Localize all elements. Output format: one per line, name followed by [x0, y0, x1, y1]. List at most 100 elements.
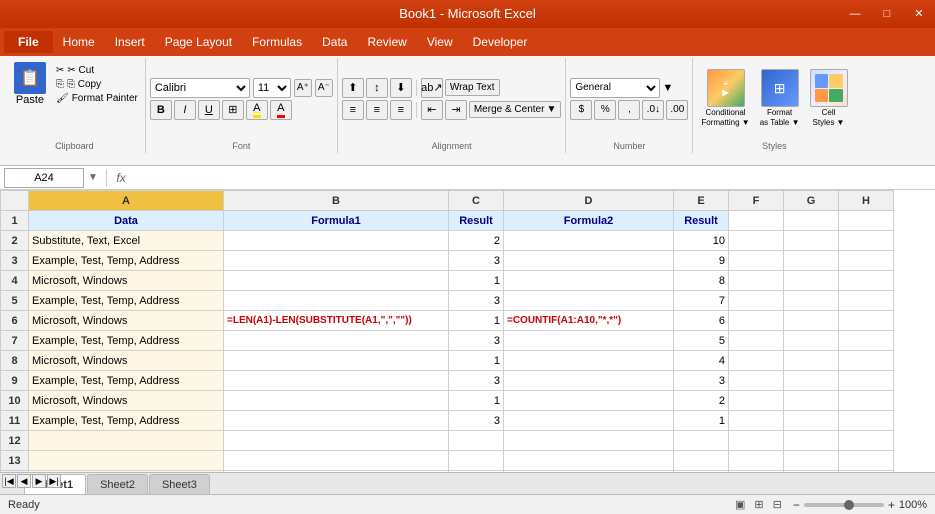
- cell-A6[interactable]: Microsoft, Windows: [29, 311, 224, 331]
- italic-button[interactable]: I: [174, 100, 196, 120]
- cell-H12[interactable]: [839, 431, 894, 451]
- format-painter-button[interactable]: 🖌 Format Painter: [53, 92, 141, 105]
- tab-nav-first[interactable]: |◀: [2, 474, 16, 488]
- orientation-button[interactable]: ab↗: [421, 78, 443, 98]
- fill-color-button[interactable]: A: [246, 100, 268, 120]
- cell-D8[interactable]: [504, 351, 674, 371]
- menu-review[interactable]: Review: [357, 31, 416, 53]
- bold-button[interactable]: B: [150, 100, 172, 120]
- cell-C11[interactable]: 3: [449, 411, 504, 431]
- cell-E12[interactable]: [674, 431, 729, 451]
- col-header-a[interactable]: A: [29, 191, 224, 211]
- cell-G7[interactable]: [784, 331, 839, 351]
- cell-E10[interactable]: 2: [674, 391, 729, 411]
- page-break-view-button[interactable]: ⊟: [770, 497, 785, 512]
- zoom-slider[interactable]: [804, 503, 884, 507]
- menu-insert[interactable]: Insert: [105, 31, 155, 53]
- maximize-button[interactable]: □: [871, 0, 903, 28]
- cell-G6[interactable]: [784, 311, 839, 331]
- cell-E9[interactable]: 3: [674, 371, 729, 391]
- cell-B9[interactable]: [224, 371, 449, 391]
- cell-A13[interactable]: [29, 451, 224, 471]
- cell-D7[interactable]: [504, 331, 674, 351]
- decrease-decimal-button[interactable]: .0↓: [642, 100, 664, 120]
- cell-reference-box[interactable]: [4, 168, 84, 188]
- cell-E1[interactable]: Result: [674, 211, 729, 231]
- cell-H11[interactable]: [839, 411, 894, 431]
- cell-D11[interactable]: [504, 411, 674, 431]
- cell-F12[interactable]: [729, 431, 784, 451]
- cell-F1[interactable]: [729, 211, 784, 231]
- cell-H8[interactable]: [839, 351, 894, 371]
- increase-indent-button[interactable]: ⇥: [445, 100, 467, 120]
- col-header-b[interactable]: B: [224, 191, 449, 211]
- row-header-4[interactable]: 4: [1, 271, 29, 291]
- cell-A7[interactable]: Example, Test, Temp, Address: [29, 331, 224, 351]
- merge-center-button[interactable]: Merge & Center ▼: [469, 101, 562, 118]
- select-all-button[interactable]: [1, 191, 29, 211]
- sheet-tab-3[interactable]: Sheet3: [149, 474, 210, 494]
- menu-page-layout[interactable]: Page Layout: [155, 31, 242, 53]
- cell-E6[interactable]: 6: [674, 311, 729, 331]
- cell-G5[interactable]: [784, 291, 839, 311]
- cell-E5[interactable]: 7: [674, 291, 729, 311]
- cell-F11[interactable]: [729, 411, 784, 431]
- cell-H6[interactable]: [839, 311, 894, 331]
- col-header-d[interactable]: D: [504, 191, 674, 211]
- cell-H7[interactable]: [839, 331, 894, 351]
- cell-C4[interactable]: 1: [449, 271, 504, 291]
- row-header-12[interactable]: 12: [1, 431, 29, 451]
- cell-D4[interactable]: [504, 271, 674, 291]
- cell-G4[interactable]: [784, 271, 839, 291]
- row-header-6[interactable]: 6: [1, 311, 29, 331]
- cell-C12[interactable]: [449, 431, 504, 451]
- cell-B12[interactable]: [224, 431, 449, 451]
- cell-E11[interactable]: 1: [674, 411, 729, 431]
- cell-C13[interactable]: [449, 451, 504, 471]
- cell-B6[interactable]: =LEN(A1)-LEN(SUBSTITUTE(A1,",","")): [224, 311, 449, 331]
- cell-D12[interactable]: [504, 431, 674, 451]
- tab-nav-last[interactable]: ▶|: [47, 474, 61, 488]
- font-shrink-button[interactable]: A⁻: [315, 79, 333, 97]
- increase-decimal-button[interactable]: .00: [666, 100, 688, 120]
- cell-G9[interactable]: [784, 371, 839, 391]
- zoom-out-button[interactable]: −: [793, 498, 800, 512]
- cell-A5[interactable]: Example, Test, Temp, Address: [29, 291, 224, 311]
- percent-button[interactable]: %: [594, 100, 616, 120]
- cell-E7[interactable]: 5: [674, 331, 729, 351]
- accounting-button[interactable]: $: [570, 100, 592, 120]
- cell-E4[interactable]: 8: [674, 271, 729, 291]
- menu-view[interactable]: View: [417, 31, 463, 53]
- cell-G1[interactable]: [784, 211, 839, 231]
- paste-button[interactable]: 📋 Paste: [8, 60, 52, 108]
- page-layout-view-button[interactable]: ⊞: [751, 497, 766, 512]
- decrease-indent-button[interactable]: ⇤: [421, 100, 443, 120]
- format-as-table-button[interactable]: ⊞ Formatas Table ▼: [756, 67, 804, 129]
- cell-A4[interactable]: Microsoft, Windows: [29, 271, 224, 291]
- cell-E3[interactable]: 9: [674, 251, 729, 271]
- cell-B5[interactable]: [224, 291, 449, 311]
- align-bottom-button[interactable]: ⬇: [390, 78, 412, 98]
- tab-nav-prev[interactable]: ◀: [17, 474, 31, 488]
- row-header-5[interactable]: 5: [1, 291, 29, 311]
- cell-E2[interactable]: 10: [674, 231, 729, 251]
- cell-A3[interactable]: Example, Test, Temp, Address: [29, 251, 224, 271]
- align-left-button[interactable]: ≡: [342, 100, 364, 120]
- row-header-10[interactable]: 10: [1, 391, 29, 411]
- align-center-button[interactable]: ≡: [366, 100, 388, 120]
- row-header-13[interactable]: 13: [1, 451, 29, 471]
- cell-H10[interactable]: [839, 391, 894, 411]
- cell-H3[interactable]: [839, 251, 894, 271]
- cell-A9[interactable]: Example, Test, Temp, Address: [29, 371, 224, 391]
- sheet-tab-2[interactable]: Sheet2: [87, 474, 148, 494]
- cell-F3[interactable]: [729, 251, 784, 271]
- row-header-3[interactable]: 3: [1, 251, 29, 271]
- cell-B3[interactable]: [224, 251, 449, 271]
- cell-H9[interactable]: [839, 371, 894, 391]
- cell-H1[interactable]: [839, 211, 894, 231]
- tab-nav-next[interactable]: ▶: [32, 474, 46, 488]
- cell-D3[interactable]: [504, 251, 674, 271]
- cell-H2[interactable]: [839, 231, 894, 251]
- cell-B2[interactable]: [224, 231, 449, 251]
- cut-button[interactable]: ✂ ✂ Cut: [53, 64, 141, 77]
